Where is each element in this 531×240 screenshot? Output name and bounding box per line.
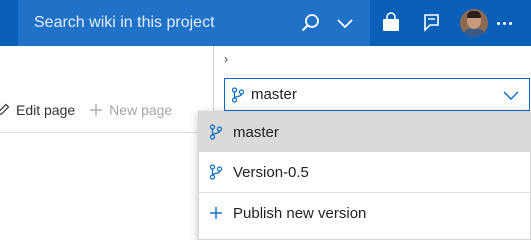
expand-chevron-icon[interactable]: › [224,52,228,66]
branch-selector-value: master [251,86,297,103]
divider [0,132,200,133]
chevron-down-icon [503,91,519,100]
search-icon[interactable] [300,12,322,34]
branch-dropdown: master Version-0.5 Publish new version [198,111,531,240]
branch-selector[interactable]: master [224,78,530,111]
avatar[interactable] [460,9,488,37]
plus-icon [90,104,103,116]
dropdown-item-version[interactable]: Version-0.5 [199,152,531,192]
plus-icon [210,207,222,219]
dropdown-item-master[interactable]: master [199,112,531,152]
more-icon[interactable] [497,22,512,25]
new-page-button[interactable]: New page [89,102,172,118]
feedback-icon[interactable] [420,12,442,34]
branch-icon [209,124,223,140]
chevron-down-icon[interactable] [336,14,354,32]
dropdown-item-label: Version-0.5 [233,163,309,181]
dropdown-item-label: master [233,123,279,141]
content-pane [0,46,213,240]
branch-icon [231,86,245,103]
search-input[interactable]: Search wiki in this project [18,14,300,32]
page-command-bar: Edit page New page [0,92,213,128]
pencil-icon [0,103,10,116]
marketplace-bag-icon[interactable] [380,12,402,34]
branch-icon [209,164,223,180]
new-page-label: New page [109,102,173,118]
edit-page-label: Edit page [16,102,76,118]
search-box[interactable]: Search wiki in this project [18,0,370,46]
publish-new-version-label: Publish new version [233,204,367,222]
edit-page-button[interactable]: Edit page [0,102,75,118]
top-bar: Search wiki in this project [0,0,531,46]
publish-new-version-button[interactable]: Publish new version [199,193,531,233]
